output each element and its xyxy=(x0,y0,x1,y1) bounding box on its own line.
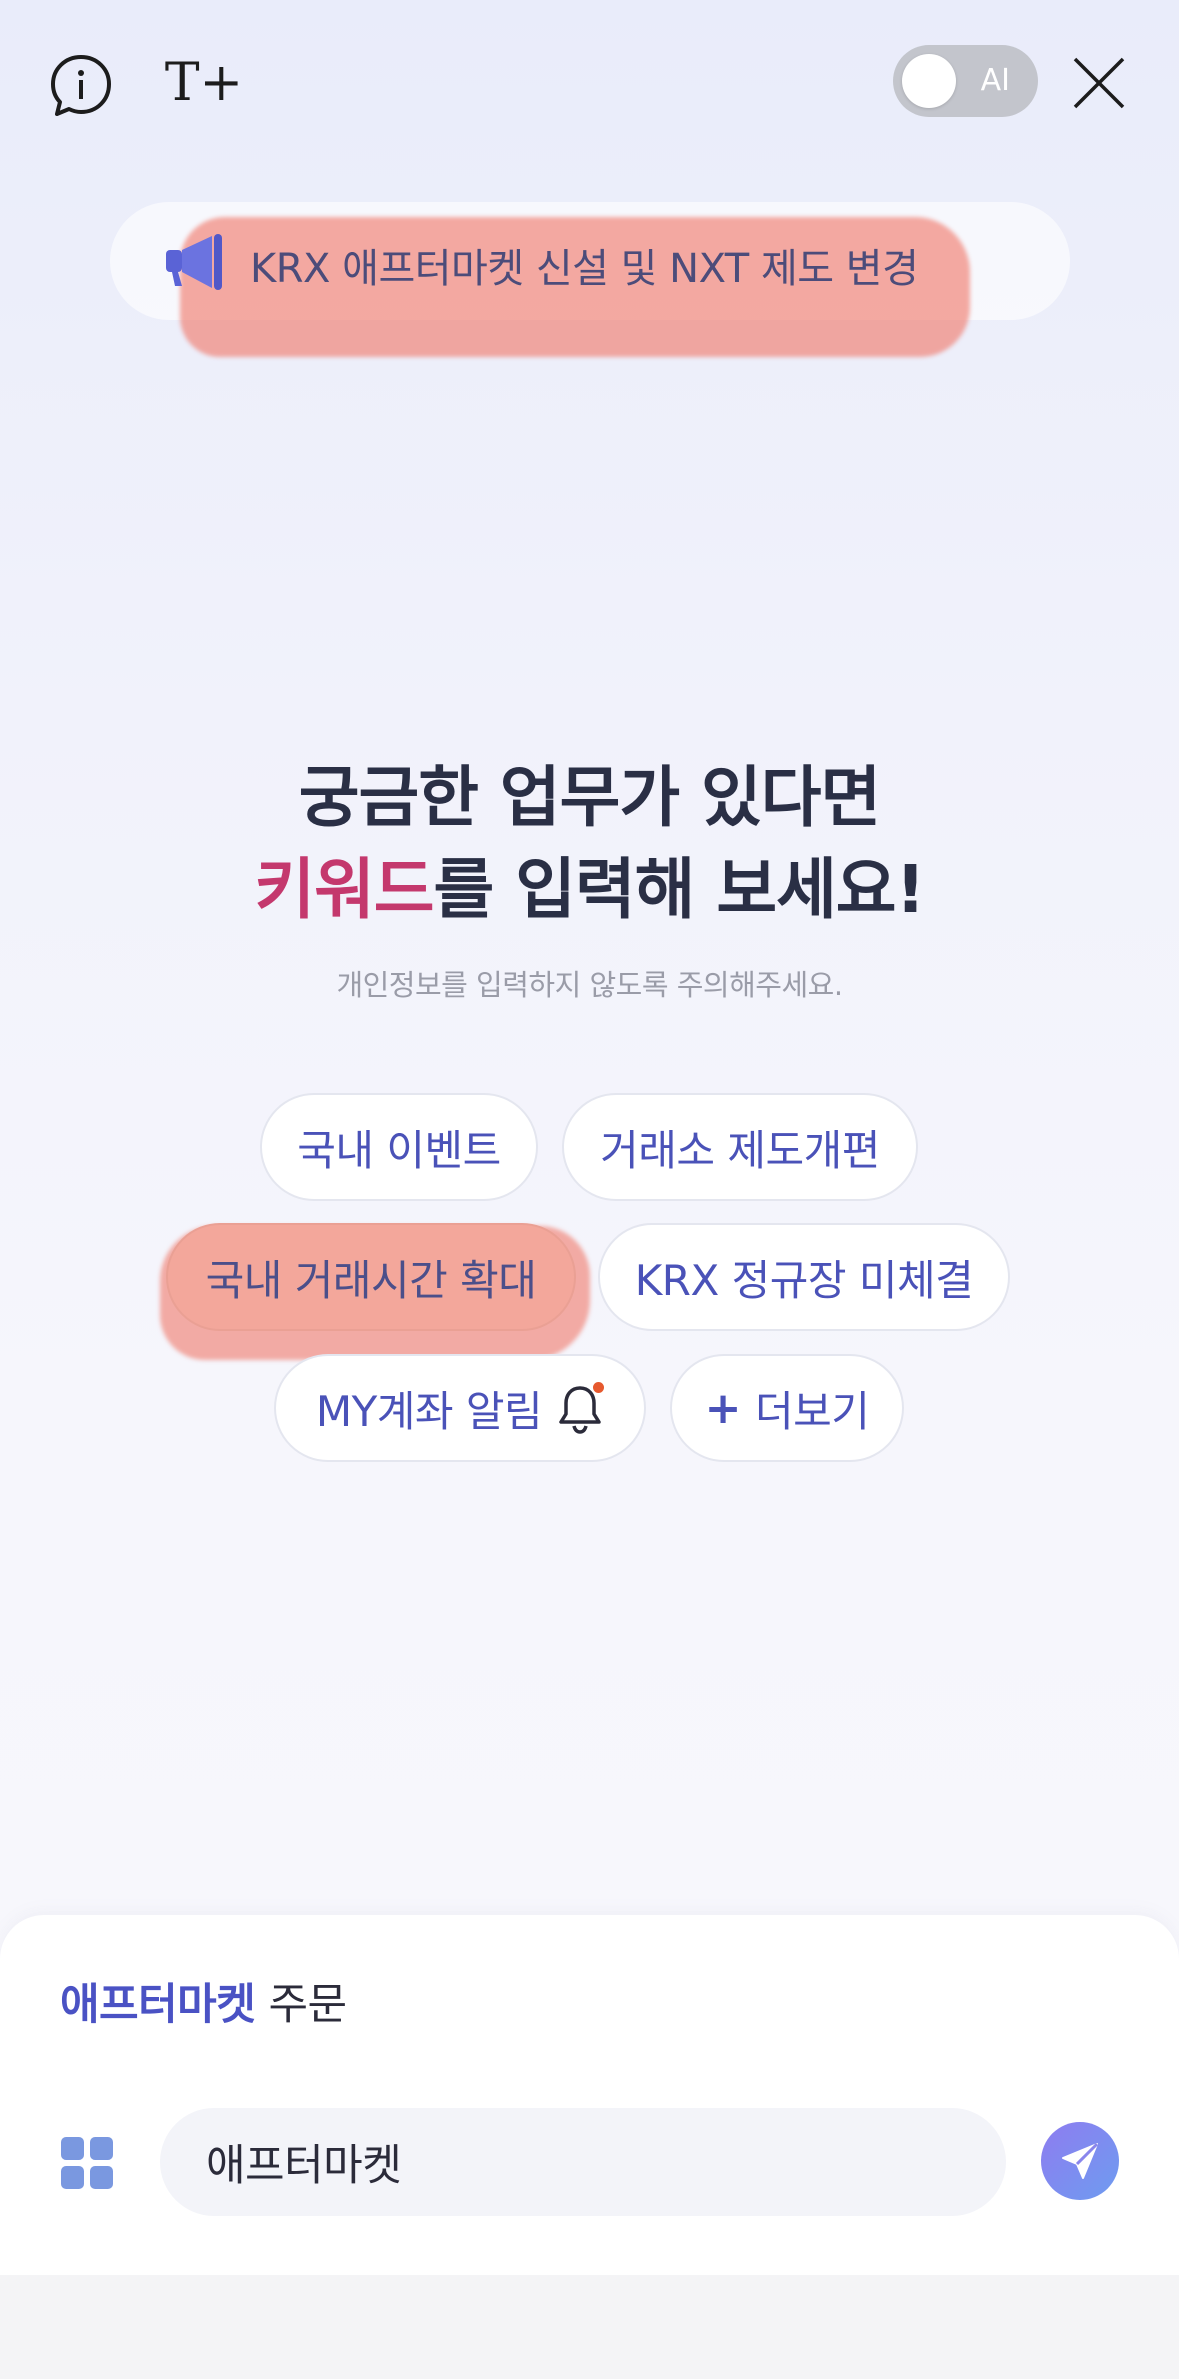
chip-exchange-reform[interactable]: 거래소 제도개편 xyxy=(562,1093,918,1201)
hero-title-rest: 를 입력해 보세요! xyxy=(433,851,926,928)
chip-more[interactable]: + 더보기 xyxy=(670,1354,904,1462)
megaphone-icon xyxy=(166,234,222,290)
suggestion-match: 애프터마켓 xyxy=(60,1980,256,2030)
chip-label: 국내 이벤트 xyxy=(297,1125,501,1175)
suggestion-rest: 주문 xyxy=(255,1980,347,2030)
hero-keyword: 키워드 xyxy=(254,851,434,928)
hero-title-line1: 궁금한 업무가 있다면 xyxy=(298,759,881,836)
plus-icon: + xyxy=(704,1382,742,1434)
chip-my-account-alert[interactable]: MY계좌 알림 xyxy=(274,1354,646,1462)
autocomplete-suggestion[interactable]: 애프터마켓 주문 xyxy=(60,1970,347,2032)
info-button[interactable] xyxy=(48,52,114,118)
ai-toggle-label: AI xyxy=(980,63,1010,98)
hero: 궁금한 업무가 있다면 키워드를 입력해 보세요! 개인정보를 입력하지 않도록… xyxy=(0,752,1179,1004)
close-button[interactable] xyxy=(1066,50,1132,116)
chip-label: MY계좌 알림 xyxy=(315,1386,543,1436)
bottom-safe-area xyxy=(0,2275,1179,2379)
bell-icon xyxy=(556,1382,605,1434)
text-size-button[interactable]: T+ xyxy=(165,48,243,118)
toggle-knob xyxy=(902,54,956,108)
message-input[interactable]: 애프터마켓 xyxy=(160,2108,1006,2216)
send-arrow-icon xyxy=(1062,2142,1099,2179)
info-bubble-icon xyxy=(51,55,111,116)
chip-label: 더보기 xyxy=(754,1386,870,1436)
chip-label: 거래소 제도개편 xyxy=(600,1125,880,1175)
send-button[interactable] xyxy=(1041,2122,1119,2200)
chip-trading-hours[interactable]: 국내 거래시간 확대 xyxy=(166,1223,576,1331)
close-icon xyxy=(1073,57,1125,109)
privacy-notice: 개인정보를 입력하지 않도록 주의해주세요. xyxy=(336,968,843,1002)
message-input-value: 애프터마켓 xyxy=(206,2141,402,2191)
composer-sheet: 애프터마켓 주문 애프터마켓 xyxy=(0,1915,1179,2275)
chip-krx-unfilled[interactable]: KRX 정규장 미체결 xyxy=(598,1223,1010,1331)
notice-text: KRX 애프터마켓 신설 및 NXT 제도 변경 xyxy=(250,246,919,292)
ai-toggle[interactable]: AI xyxy=(893,45,1038,117)
top-bar: T+ AI xyxy=(0,0,1179,170)
chip-domestic-event[interactable]: 국내 이벤트 xyxy=(260,1093,538,1201)
notice-banner[interactable]: KRX 애프터마켓 신설 및 NXT 제도 변경 xyxy=(110,202,1070,357)
chip-label: KRX 정규장 미체결 xyxy=(634,1255,974,1305)
hero-title-line2: 키워드를 입력해 보세요! xyxy=(0,844,1179,936)
grid-menu-icon[interactable] xyxy=(61,2137,113,2189)
chip-label: 국내 거래시간 확대 xyxy=(205,1255,537,1305)
